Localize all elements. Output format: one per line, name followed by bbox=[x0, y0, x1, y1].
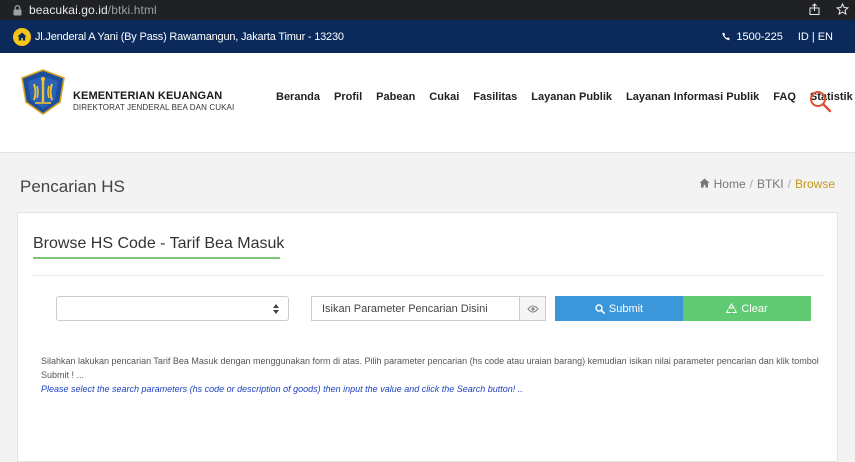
search-input[interactable]: Isikan Parameter Pencarian Disini bbox=[311, 296, 519, 321]
office-address: Jl.Jenderal A Yani (By Pass) Rawamangun,… bbox=[35, 30, 344, 43]
instructions: Silahkan lakukan pencarian Tarif Bea Mas… bbox=[41, 354, 821, 396]
nav-item-profil[interactable]: Profil bbox=[334, 91, 362, 103]
breadcrumb-btki[interactable]: BTKI bbox=[757, 177, 784, 191]
submit-label: Submit bbox=[608, 302, 644, 315]
breadcrumb-current: Browse bbox=[794, 177, 835, 191]
heading-underline bbox=[33, 257, 280, 259]
nav-item-cukai[interactable]: Cukai bbox=[429, 91, 459, 103]
page-title: Pencarian HS bbox=[20, 177, 125, 196]
nav-item-faq[interactable]: FAQ bbox=[773, 91, 796, 103]
nav-item-pabean[interactable]: Pabean bbox=[376, 91, 415, 103]
eye-icon bbox=[526, 305, 539, 312]
breadcrumb: Home / BTKI / Browse bbox=[699, 177, 835, 191]
clear-label: Clear bbox=[741, 302, 768, 315]
brand-directorate: DIREKTORAT JENDERAL BEA DAN CUKAI bbox=[73, 103, 235, 112]
phone-icon bbox=[721, 32, 731, 42]
brand-ministry: KEMENTERIAN KEUANGAN bbox=[73, 90, 223, 102]
url-host: beacukai.go.id bbox=[29, 3, 108, 17]
browser-address-bar[interactable]: beacukai.go.id/btki.html bbox=[0, 0, 855, 20]
instructions-id: Silahkan lakukan pencarian Tarif Bea Mas… bbox=[41, 356, 819, 380]
select-arrows-icon bbox=[273, 304, 279, 314]
lock-icon bbox=[11, 4, 23, 16]
home-icon[interactable] bbox=[13, 27, 31, 46]
home-breadcrumb-icon[interactable] bbox=[699, 177, 710, 191]
lang-separator: | bbox=[811, 30, 815, 43]
breadcrumb-separator: / bbox=[787, 177, 791, 191]
phone-number[interactable]: 1500-225 bbox=[736, 31, 783, 43]
share-icon[interactable] bbox=[807, 2, 821, 16]
search-icon bbox=[595, 303, 605, 314]
url-text[interactable]: beacukai.go.id/btki.html bbox=[29, 3, 157, 17]
breadcrumb-home[interactable]: Home bbox=[714, 177, 746, 191]
recycle-icon bbox=[726, 303, 738, 314]
card-heading: Browse HS Code - Tarif Bea Masuk bbox=[33, 235, 285, 252]
submit-button[interactable]: Submit bbox=[555, 296, 683, 321]
nav-item-layanan-informasi-publik[interactable]: Layanan Informasi Publik bbox=[626, 91, 759, 103]
main-nav: Beranda Profil Pabean Cukai Fasilitas La… bbox=[276, 91, 855, 103]
breadcrumb-separator: / bbox=[749, 177, 753, 191]
instructions-en: Please select the search parameters (hs … bbox=[41, 384, 523, 394]
clear-button[interactable]: Clear bbox=[683, 296, 811, 321]
page-title-bar: Pencarian HS Home / BTKI / Browse bbox=[0, 153, 855, 211]
input-addon bbox=[519, 296, 546, 321]
nav-item-layanan-publik[interactable]: Layanan Publik bbox=[531, 91, 612, 103]
nav-item-fasilitas[interactable]: Fasilitas bbox=[473, 91, 517, 103]
lang-en-link[interactable]: EN bbox=[818, 31, 833, 43]
bookmark-star-icon[interactable] bbox=[835, 2, 849, 16]
search-card: Browse HS Code - Tarif Bea Masuk Isikan … bbox=[17, 212, 838, 462]
search-icon[interactable] bbox=[808, 89, 832, 113]
url-path: /btki.html bbox=[107, 3, 157, 17]
top-info-bar: Jl.Jenderal A Yani (By Pass) Rawamangun,… bbox=[0, 20, 855, 53]
card-divider bbox=[33, 275, 823, 276]
kemenkeu-logo-icon[interactable] bbox=[20, 69, 66, 115]
nav-item-beranda[interactable]: Beranda bbox=[276, 91, 320, 103]
lang-id-link[interactable]: ID bbox=[798, 31, 809, 43]
search-parameter-select[interactable] bbox=[56, 296, 289, 321]
site-header: KEMENTERIAN KEUANGAN DIREKTORAT JENDERAL… bbox=[0, 53, 855, 153]
brand-text[interactable]: KEMENTERIAN KEUANGAN DIREKTORAT JENDERAL… bbox=[73, 90, 234, 112]
